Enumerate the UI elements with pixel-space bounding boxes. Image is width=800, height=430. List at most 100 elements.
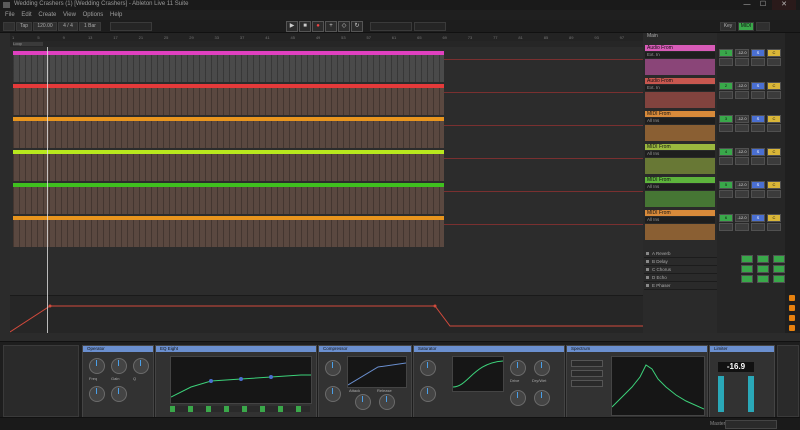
io-input-select[interactable]: Ext. In [645, 52, 715, 58]
stop-button[interactable]: ■ [299, 21, 311, 32]
clip[interactable] [13, 150, 444, 181]
loop-start-field[interactable] [370, 22, 412, 31]
send-knob[interactable] [767, 91, 781, 99]
pan-field[interactable]: C [767, 148, 781, 156]
spectrum-setting-3[interactable] [571, 380, 603, 387]
spectrum-setting-1[interactable] [571, 360, 603, 367]
pan-field[interactable]: C [767, 82, 781, 90]
solo-button[interactable]: S [751, 115, 765, 123]
io-input-select[interactable]: All Ins [645, 151, 715, 157]
tap-tempo-button[interactable]: Tap [16, 22, 32, 31]
send-knob[interactable] [751, 223, 765, 231]
clip-body[interactable] [13, 55, 444, 82]
send-knob[interactable] [751, 91, 765, 99]
device-spectrum[interactable]: Spectrum [566, 345, 708, 419]
knob-icon[interactable] [325, 360, 341, 376]
track-activator-button[interactable]: 5 [719, 181, 733, 189]
menu-options[interactable]: Options [83, 10, 104, 20]
record-button[interactable]: ● [312, 21, 324, 32]
device-saturator[interactable]: Saturator Drive Dry/Wet [413, 345, 565, 419]
solo-button[interactable]: S [751, 82, 765, 90]
io-input-select[interactable]: Ext. In [645, 85, 715, 91]
device-title[interactable]: Operator [83, 346, 153, 352]
automation-lane[interactable] [10, 295, 643, 333]
return-track-c[interactable]: C Chorus [644, 266, 718, 274]
view-toggle-b[interactable] [789, 305, 795, 311]
solo-button[interactable]: S [751, 181, 765, 189]
send-knob[interactable] [719, 223, 733, 231]
track-io-block[interactable]: Audio From Ext. In [645, 45, 715, 75]
close-button[interactable]: ✕ [772, 0, 796, 10]
send-knob[interactable] [719, 91, 733, 99]
loop-button[interactable]: ↻ [351, 21, 363, 32]
arrangement-position[interactable] [110, 22, 152, 31]
knob-icon[interactable] [420, 386, 436, 402]
send-knob[interactable] [767, 157, 781, 165]
solo-button[interactable]: S [751, 214, 765, 222]
send-knob[interactable] [719, 58, 733, 66]
return-activator-button[interactable] [757, 275, 769, 283]
io-track-header[interactable]: MIDI From [645, 177, 715, 183]
device-chain-side[interactable] [777, 345, 799, 417]
track-io-block[interactable]: MIDI From All Ins [645, 210, 715, 240]
pan-field[interactable]: C [767, 115, 781, 123]
send-knob[interactable] [735, 91, 749, 99]
knob-icon[interactable] [111, 386, 127, 402]
return-track-d[interactable]: D Echo [644, 274, 718, 282]
knob-icon[interactable] [510, 390, 526, 406]
return-track-e[interactable]: E Phaser [644, 282, 718, 290]
volume-field[interactable]: -12.0 [735, 82, 749, 90]
automation-envelope[interactable] [10, 296, 643, 333]
send-knob[interactable] [719, 157, 733, 165]
return-activator-button[interactable] [741, 265, 753, 273]
send-knob[interactable] [751, 124, 765, 132]
send-knob[interactable] [751, 190, 765, 198]
send-knob[interactable] [767, 190, 781, 198]
solo-button[interactable]: S [751, 49, 765, 57]
eq-band-switches[interactable] [170, 406, 310, 412]
io-track-header[interactable]: MIDI From [645, 144, 715, 150]
view-toggle-a[interactable] [789, 295, 795, 301]
arrangement-view[interactable]: 1 5 9 13 17 21 25 29 33 37 41 45 49 53 57 61 65 69 73 77 81 8… [10, 33, 643, 333]
send-knob[interactable] [735, 124, 749, 132]
send-knob[interactable] [735, 58, 749, 66]
track-io-block[interactable]: MIDI From All Ins [645, 144, 715, 174]
quantize-menu[interactable]: 1 Bar [79, 22, 101, 31]
device-operator[interactable]: Operator Freq Gain Q [82, 345, 154, 419]
device-title[interactable]: EQ Eight [156, 346, 316, 352]
midi-map-button[interactable]: MIDI [738, 22, 754, 31]
send-knob[interactable] [735, 190, 749, 198]
knob-icon[interactable] [379, 394, 395, 410]
io-track-header[interactable]: Audio From [645, 45, 715, 51]
automation-arm-button[interactable]: ◇ [338, 21, 350, 32]
knob-icon[interactable] [325, 386, 341, 402]
track-lane[interactable] [10, 150, 643, 183]
knob-icon[interactable] [355, 394, 371, 410]
knob-icon[interactable] [534, 360, 550, 376]
io-track-header[interactable]: MIDI From [645, 210, 715, 216]
return-track-b[interactable]: B Delay [644, 258, 718, 266]
minimize-button[interactable]: — [740, 0, 754, 10]
track-io-block[interactable]: MIDI From All Ins [645, 111, 715, 141]
device-eq-eight[interactable]: EQ Eight [155, 345, 317, 419]
io-track-header[interactable]: MIDI From [645, 111, 715, 117]
pan-field[interactable]: C [767, 49, 781, 57]
return-activator-button[interactable] [741, 255, 753, 263]
send-knob[interactable] [735, 223, 749, 231]
track-lane[interactable] [10, 183, 643, 216]
knob-icon[interactable] [89, 358, 105, 374]
overdub-button[interactable]: + [325, 21, 337, 32]
send-knob[interactable] [719, 190, 733, 198]
saturator-curve[interactable] [452, 356, 504, 392]
menu-file[interactable]: File [5, 10, 15, 20]
io-input-select[interactable]: All Ins [645, 217, 715, 223]
clip[interactable] [13, 51, 444, 82]
knob-icon[interactable] [111, 358, 127, 374]
loop-length-field[interactable] [414, 22, 446, 31]
track-io-block[interactable]: MIDI From All Ins [645, 177, 715, 207]
clip[interactable] [13, 84, 444, 115]
compressor-display[interactable] [347, 356, 407, 388]
clip-body[interactable] [13, 121, 444, 148]
eq-display[interactable] [170, 356, 312, 404]
io-track-header[interactable]: Audio From [645, 78, 715, 84]
